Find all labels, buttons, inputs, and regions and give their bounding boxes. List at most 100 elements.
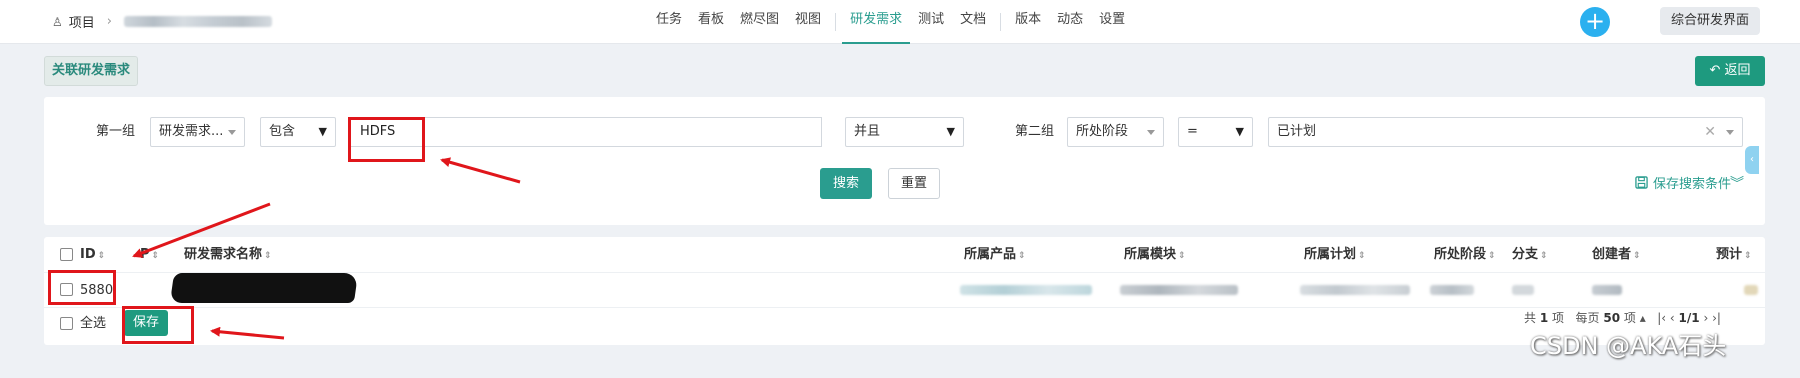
col-id[interactable]: ID ⇕ (80, 237, 105, 272)
save-disk-icon (1635, 176, 1648, 189)
group2-label: 第二组 (1015, 124, 1055, 139)
nav-divider (1000, 13, 1002, 31)
sort-icon: ⇕ (1744, 251, 1752, 261)
breadcrumb-project[interactable]: 项目 (69, 12, 95, 31)
caret-down-icon (228, 130, 236, 135)
back-button-label: 返回 (1724, 63, 1751, 78)
blurred-creator (1592, 285, 1622, 295)
prev-page-icon[interactable]: ‹ (1670, 311, 1675, 325)
sort-icon: ⇕ (1633, 251, 1641, 261)
sort-icon: ⇕ (1358, 251, 1366, 261)
breadcrumb-project-name-blurred[interactable] (123, 16, 272, 27)
search-button[interactable]: 搜索 (820, 168, 872, 199)
group1-operator-select[interactable]: 包含 ▼ (260, 117, 336, 147)
group1-field-select[interactable]: 研发需求... (150, 117, 245, 147)
pager-total-unit: 项 (1552, 311, 1565, 325)
header-checkbox[interactable] (60, 248, 73, 261)
breadcrumb: ♙ 项目 › (52, 12, 272, 31)
bell-icon: ♙ (52, 14, 63, 29)
nav-docs[interactable]: 文档 (952, 0, 994, 44)
group2-operator-select[interactable]: = ▼ (1178, 117, 1253, 147)
pager-page: 1/1 (1678, 311, 1700, 325)
caret-down-icon (1147, 130, 1155, 135)
sort-icon: ⇕ (151, 251, 160, 261)
col-priority[interactable]: P ⇕ (140, 237, 159, 272)
group2-field-value: 所处阶段 (1076, 124, 1129, 139)
side-drawer-tab[interactable]: ‹ (1745, 146, 1759, 174)
group1-label: 第一组 (96, 124, 136, 139)
group2-field-select[interactable]: 所处阶段 (1067, 117, 1164, 147)
collapse-double-chevron-icon[interactable]: ︾ (1730, 173, 1744, 193)
col-stage[interactable]: 所处阶段 ⇕ (1434, 237, 1496, 272)
nav-divider (835, 13, 837, 31)
annotation-box-keyword (348, 117, 425, 162)
chevron-down-icon: ▼ (946, 125, 955, 138)
save-search-label: 保存搜索条件 (1653, 177, 1732, 192)
add-plus-button[interactable]: + (1580, 7, 1610, 37)
col-name[interactable]: 研发需求名称 ⇕ (184, 237, 272, 272)
annotation-box-save (122, 306, 194, 344)
select-all-label[interactable]: 全选 (80, 307, 106, 340)
logic-value: 并且 (854, 124, 881, 139)
pager-total-prefix: 共 (1524, 311, 1537, 325)
last-page-icon[interactable]: ›| (1712, 311, 1721, 325)
annotation-box-id (48, 270, 116, 305)
nav-releases[interactable]: 版本 (1007, 0, 1049, 44)
sort-icon: ⇕ (264, 251, 272, 261)
group2-value: 已计划 (1277, 124, 1317, 139)
watermark: CSDN @AKA石头 (1530, 332, 1727, 360)
search-panel: 第一组 研发需求... 包含 ▼ HDFS 并且 ▼ 第二组 所处阶段 = ▼ … (44, 97, 1765, 225)
clear-icon[interactable]: ✕ (1704, 118, 1716, 146)
save-search-link[interactable]: 保存搜索条件 (1635, 173, 1731, 192)
pager-per-page[interactable]: 50 (1603, 311, 1620, 325)
requirements-table: ID ⇕ P ⇕ 研发需求名称 ⇕ 所属产品 ⇕ 所属模块 ⇕ 所属计划 ⇕ 所处阶段 ⇕ 分… (44, 237, 1765, 345)
col-creator[interactable]: 创建者 ⇕ (1592, 237, 1641, 272)
blurred-plan (1300, 285, 1410, 295)
logic-select[interactable]: 并且 ▼ (845, 117, 964, 147)
sort-icon: ⇕ (1178, 251, 1186, 261)
module-nav: 任务 看板 燃尽图 视图 研发需求 测试 文档 版本 动态 设置 (648, 0, 1133, 44)
sort-icon: ⇕ (1018, 251, 1026, 261)
nav-activity[interactable]: 动态 (1049, 0, 1091, 44)
related-requirements-tag: 关联研发需求 (44, 56, 138, 86)
nav-burndown[interactable]: 燃尽图 (732, 0, 787, 44)
blurred-branch (1512, 285, 1534, 295)
nav-kanban[interactable]: 看板 (690, 0, 732, 44)
chevron-down-icon: ▼ (318, 125, 327, 138)
group1-field-value: 研发需求... (159, 124, 224, 139)
blurred-product (960, 285, 1092, 295)
blurred-stage (1430, 285, 1474, 295)
pager-per-page-prefix: 每页 (1575, 311, 1600, 325)
nav-tasks[interactable]: 任务 (648, 0, 690, 44)
next-page-icon[interactable]: › (1703, 311, 1708, 325)
caret-up-icon[interactable]: ▴ (1640, 311, 1646, 325)
group1-operator-value: 包含 (269, 124, 296, 139)
nav-requirements[interactable]: 研发需求 (842, 0, 911, 44)
first-page-icon[interactable]: |‹ (1657, 311, 1666, 325)
blurred-module (1120, 285, 1238, 295)
back-button[interactable]: ↶ 返回 (1695, 56, 1765, 86)
group2-value-select[interactable]: 已计划 ✕ (1268, 117, 1743, 147)
nav-testing[interactable]: 测试 (910, 0, 952, 44)
undo-arrow-icon: ↶ (1709, 63, 1721, 78)
col-plan[interactable]: 所属计划 ⇕ (1304, 237, 1366, 272)
col-product[interactable]: 所属产品 ⇕ (964, 237, 1026, 272)
sort-icon: ⇕ (1488, 251, 1496, 261)
chevron-down-icon: ▼ (1235, 125, 1244, 138)
blurred-estimate (1744, 285, 1758, 295)
reset-button[interactable]: 重置 (888, 168, 940, 199)
redacted-requirement-name[interactable] (169, 273, 359, 303)
divider (44, 307, 1765, 308)
col-branch[interactable]: 分支 ⇕ (1512, 237, 1548, 272)
pagination: 共 1 项 每页 50 项 ▴ |‹ ‹ 1/1 › ›| (1524, 309, 1721, 326)
select-all-checkbox[interactable] (60, 317, 73, 330)
col-module[interactable]: 所属模块 ⇕ (1124, 237, 1186, 272)
nav-settings[interactable]: 设置 (1091, 0, 1133, 44)
caret-down-icon (1726, 130, 1734, 135)
nav-views[interactable]: 视图 (787, 0, 829, 44)
col-estimate[interactable]: 预计 ⇕ (1716, 237, 1752, 272)
integrated-dev-button[interactable]: 综合研发界面 (1660, 7, 1760, 35)
chevron-right-icon: › (106, 14, 112, 29)
pager-total: 1 (1539, 311, 1549, 325)
sort-icon: ⇕ (1540, 251, 1548, 261)
